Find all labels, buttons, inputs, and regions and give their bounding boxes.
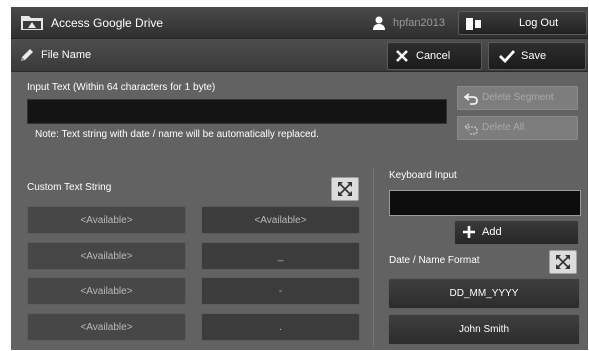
custom-slot-right-1[interactable]: <Available> bbox=[201, 206, 360, 234]
logout-icon bbox=[466, 17, 482, 35]
file-name-input[interactable] bbox=[27, 99, 447, 124]
save-label: Save bbox=[521, 50, 547, 62]
expand-icon bbox=[337, 181, 353, 202]
custom-slot-right-3[interactable]: - bbox=[201, 277, 360, 305]
expand-icon bbox=[555, 254, 571, 275]
cancel-button[interactable]: Cancel bbox=[387, 42, 482, 70]
custom-text-title: Custom Text String bbox=[27, 182, 112, 193]
cancel-label: Cancel bbox=[416, 50, 451, 62]
section-divider bbox=[373, 167, 374, 347]
custom-slot-left-4[interactable]: <Available> bbox=[27, 313, 186, 341]
custom-slot-left-1[interactable]: <Available> bbox=[27, 206, 186, 234]
custom-expand-button[interactable] bbox=[331, 177, 359, 201]
date-name-format-title: Date / Name Format bbox=[389, 255, 480, 266]
keyboard-input-title: Keyboard Input bbox=[389, 170, 457, 181]
app-title: Access Google Drive bbox=[51, 16, 164, 30]
format-expand-button[interactable] bbox=[549, 250, 577, 274]
header-bar: File Name Cancel Save bbox=[11, 39, 588, 72]
pencil-icon bbox=[19, 47, 35, 68]
undo-icon bbox=[463, 92, 478, 110]
custom-slot-right-4[interactable]: . bbox=[201, 313, 360, 341]
delete-all-button[interactable]: Delete All bbox=[457, 116, 578, 140]
logout-label: Log Out bbox=[519, 17, 559, 29]
custom-slot-left-2[interactable]: <Available> bbox=[27, 242, 186, 270]
page-title: File Name bbox=[41, 49, 92, 61]
add-label: Add bbox=[482, 226, 502, 238]
input-instruction: Input Text (Within 64 characters for 1 b… bbox=[27, 82, 216, 93]
save-button[interactable]: Save bbox=[488, 42, 586, 70]
top-bar: Access Google Drive hpfan2013 Log Out bbox=[11, 7, 588, 39]
add-button[interactable]: Add bbox=[454, 220, 579, 245]
check-icon bbox=[499, 49, 516, 68]
delete-segment-label: Delete Segment bbox=[482, 92, 554, 103]
keyboard-input-field[interactable] bbox=[389, 190, 581, 216]
custom-slot-right-2[interactable]: _ bbox=[201, 242, 360, 270]
plus-icon bbox=[462, 225, 476, 244]
input-note: Note: Text string with date / name will … bbox=[35, 129, 319, 140]
user-name: hpfan2013 bbox=[393, 17, 445, 29]
clear-icon bbox=[463, 122, 478, 140]
delete-segment-button[interactable]: Delete Segment bbox=[457, 86, 578, 110]
app-window: Access Google Drive hpfan2013 Log Out Fi… bbox=[11, 7, 588, 350]
date-format-option-1[interactable]: DD_MM_YYYY bbox=[388, 278, 580, 309]
logout-button[interactable]: Log Out bbox=[458, 11, 587, 35]
date-format-option-2[interactable]: John Smith bbox=[388, 314, 580, 345]
drive-folder-icon bbox=[20, 13, 44, 36]
custom-slot-left-3[interactable]: <Available> bbox=[27, 277, 186, 305]
delete-all-label: Delete All bbox=[482, 122, 525, 133]
user-icon bbox=[372, 16, 386, 35]
x-icon bbox=[395, 49, 409, 68]
